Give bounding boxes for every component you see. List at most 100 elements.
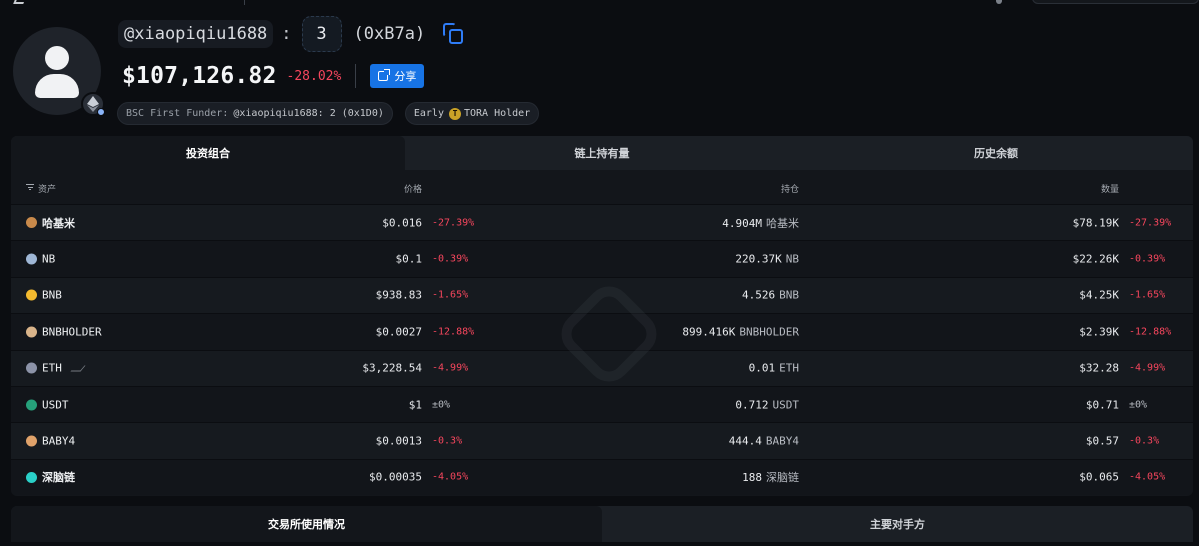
- col-price[interactable]: 价格: [404, 182, 422, 195]
- asset-name[interactable]: BABY4: [42, 435, 75, 448]
- price-change: -12.88%: [432, 326, 475, 338]
- value-cell: $22.26K: [1072, 252, 1119, 266]
- portfolio-tabs: 投资组合 链上持有量 历史余额: [11, 136, 1193, 170]
- price-cell: $0.016: [382, 216, 422, 230]
- holding-cell: 899.416K BNBHOLDER: [682, 325, 799, 338]
- early-label: Early: [413, 108, 444, 119]
- price-cell: $1: [408, 398, 422, 412]
- asset-cell: BABY4: [26, 435, 75, 448]
- asset-cell: 哈基米: [26, 215, 75, 231]
- funder-tag[interactable]: BSC First Funder: @xiaopiqiu1688: 2 (0x1…: [117, 102, 393, 125]
- holding-cell: 188 深脑链: [742, 469, 799, 485]
- search-input[interactable]: [1032, 0, 1199, 4]
- tab-top-counterparties[interactable]: 主要对手方: [602, 506, 1193, 542]
- price-cell: $0.0027: [375, 325, 422, 339]
- price-change: -0.39%: [432, 253, 469, 265]
- col-asset[interactable]: 资产: [38, 182, 56, 195]
- holding-unit: BABY4: [765, 434, 799, 448]
- asset-cell: 深脑链: [26, 469, 75, 485]
- asset-name[interactable]: NB: [42, 253, 55, 266]
- col-holding[interactable]: 持仓: [781, 182, 799, 195]
- name-row: @xiaopiqiu1688 : 3 (0xB7a): [118, 16, 465, 52]
- asset-name[interactable]: ETH: [42, 362, 62, 375]
- token-icon: [26, 326, 37, 338]
- tora-token-icon: T: [448, 107, 461, 120]
- asset-cell: BNBHOLDER: [26, 325, 102, 338]
- logo-mark: [13, 0, 25, 4]
- holding-cell: 4.904M 哈基米: [722, 215, 799, 231]
- asset-cell: USDT: [26, 398, 69, 411]
- copy-icon[interactable]: [443, 23, 465, 45]
- entity-count-badge[interactable]: 3: [301, 16, 342, 52]
- table-row[interactable]: USDT $1 ±0% 0.712 USDT $0.71 ±0%: [11, 385, 1193, 423]
- value-row: $107,126.82 -28.02% 分享: [122, 62, 425, 90]
- value-change: ±0%: [1129, 399, 1148, 411]
- table-row[interactable]: 哈基米 $0.016 -27.39% 4.904M 哈基米 $78.19K -27…: [11, 204, 1193, 241]
- holding-cell: 0.712 USDT: [735, 398, 799, 411]
- price-cell: $3,228.54: [362, 361, 422, 375]
- value-change: -12.88%: [1129, 326, 1172, 338]
- asset-name[interactable]: BNBHOLDER: [42, 325, 102, 338]
- price-cell: $938.83: [375, 288, 422, 302]
- filter-icon[interactable]: [26, 184, 34, 190]
- value-change: -0.3%: [1129, 435, 1160, 447]
- price-change: -4.05%: [432, 471, 469, 483]
- price-change: -4.99%: [432, 362, 469, 374]
- table-row[interactable]: BNBHOLDER $0.0027 -12.88% 899.416K BNBHOL…: [11, 313, 1193, 350]
- asset-cell: NB: [26, 253, 55, 266]
- handle-label[interactable]: @xiaopiqiu1688: [118, 20, 274, 48]
- token-icon: [26, 435, 37, 447]
- table-row[interactable]: BABY4 $0.0013 -0.3% 444.4 BABY4 $0.57 -0.…: [11, 422, 1193, 459]
- trend-chart-icon[interactable]: [70, 365, 86, 372]
- tab-exchange-usage[interactable]: 交易所使用情况: [11, 506, 602, 542]
- token-icon: [26, 471, 37, 483]
- asset-name[interactable]: 哈基米: [42, 215, 75, 231]
- holding-amount: 0.01: [748, 361, 776, 375]
- holding-amount: 0.712: [735, 398, 769, 412]
- table-row[interactable]: BNB $938.83 -1.65% 4.526 BNB $4.25K -1.65…: [11, 276, 1193, 314]
- holding-unit: 深脑链: [766, 471, 799, 485]
- bottom-tabs: 交易所使用情况 主要对手方: [11, 506, 1193, 542]
- holding-cell: 220.37K NB: [735, 253, 799, 266]
- holding-amount: 188: [742, 471, 762, 485]
- asset-cell: ETH: [26, 362, 86, 375]
- asset-name[interactable]: BNB: [42, 289, 62, 302]
- top-strip: [0, 0, 1199, 6]
- value-cell: $0.065: [1079, 470, 1119, 484]
- table-row[interactable]: 深脑链 $0.00035 -4.05% 188 深脑链 $0.065 -4.05%: [11, 458, 1193, 496]
- price-change: -1.65%: [432, 289, 469, 301]
- value-cell: $2.39K: [1079, 325, 1119, 339]
- token-icon: [26, 253, 37, 265]
- value-cell: $78.19K: [1072, 216, 1119, 230]
- col-value[interactable]: 数量: [1101, 182, 1119, 195]
- asset-name[interactable]: 深脑链: [42, 469, 75, 485]
- avatar-body: [35, 74, 79, 98]
- tab-portfolio[interactable]: 投资组合: [11, 136, 405, 170]
- menu-dot-icon[interactable]: [996, 0, 1002, 4]
- divider: [244, 0, 245, 5]
- early-holder-tag[interactable]: Early T TORA Holder: [404, 102, 540, 125]
- tab-onchain-holdings[interactable]: 链上持有量: [405, 136, 799, 170]
- table-row[interactable]: ETH $3,228.54 -4.99% 0.01 ETH $32.28 -4.9…: [11, 349, 1193, 386]
- asset-name[interactable]: USDT: [42, 398, 69, 411]
- table-row[interactable]: NB $0.1 -0.39% 220.37K NB $22.26K -0.39%: [11, 240, 1193, 277]
- funder-label: BSC First Funder:: [126, 108, 229, 119]
- tag-row: BSC First Funder: @xiaopiqiu1688: 2 (0x1…: [117, 102, 540, 125]
- avatar-head: [45, 46, 69, 70]
- price-change: ±0%: [432, 399, 451, 411]
- value-change: -1.65%: [1129, 289, 1166, 301]
- address-short: (0xB7a): [353, 24, 426, 44]
- share-label: 分享: [394, 70, 417, 83]
- handle-separator: :: [281, 24, 292, 44]
- table-header: 资产 价格 持仓 数量: [11, 170, 1193, 204]
- value-cell: $4.25K: [1079, 288, 1119, 302]
- price-cell: $0.1: [395, 252, 423, 266]
- value-change: -4.99%: [1129, 362, 1166, 374]
- tab-historical-balance[interactable]: 历史余额: [799, 136, 1193, 170]
- holding-amount: 899.416K: [682, 325, 736, 339]
- share-button[interactable]: 分享: [370, 64, 425, 88]
- holding-cell: 4.526 BNB: [742, 289, 799, 302]
- early-token-label: TORA Holder: [463, 108, 531, 119]
- value-change: -0.39%: [1129, 253, 1166, 265]
- token-icon: [26, 217, 37, 229]
